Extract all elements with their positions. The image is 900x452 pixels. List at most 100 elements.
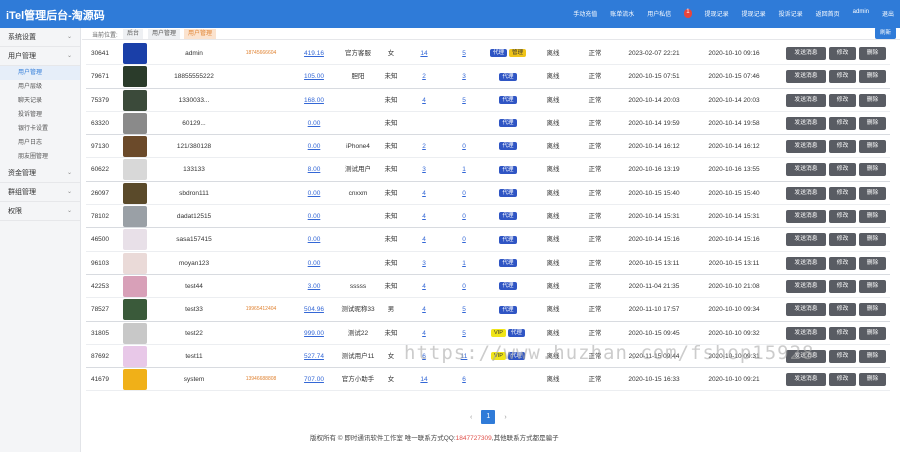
delete-button[interactable]: 删除 [859, 140, 886, 154]
sidebar-item[interactable]: 用户层级 [0, 80, 80, 94]
send-message-button[interactable]: 发送消息 [786, 140, 826, 154]
cell-friends[interactable]: 14 [414, 368, 434, 391]
cell-groups[interactable]: 5 [454, 298, 474, 321]
cell-balance[interactable]: 527.74 [296, 345, 332, 368]
send-message-button[interactable]: 发送消息 [786, 279, 826, 293]
sidebar-item[interactable]: 银行卡设置 [0, 122, 80, 136]
current-page[interactable]: 1 [481, 410, 496, 424]
edit-button[interactable]: 修改 [829, 70, 856, 84]
top-nav-item[interactable]: admin [853, 9, 869, 18]
cell-balance[interactable]: 8.00 [296, 158, 332, 181]
send-message-button[interactable]: 发送消息 [786, 233, 826, 247]
cell-groups[interactable]: 1 [454, 158, 474, 181]
cell-friends[interactable]: 4 [414, 205, 434, 228]
sidebar-item[interactable]: 聊天记录 [0, 94, 80, 108]
delete-button[interactable]: 删除 [859, 47, 886, 60]
cell-balance[interactable]: 0.00 [296, 135, 332, 158]
cell-balance[interactable]: 0.00 [296, 182, 332, 205]
delete-button[interactable]: 删除 [859, 256, 886, 270]
sidebar-item[interactable]: 用户管理 [0, 66, 80, 80]
send-message-button[interactable]: 发送消息 [786, 349, 826, 363]
edit-button[interactable]: 修改 [829, 116, 856, 130]
cell-groups[interactable]: 0 [454, 135, 474, 158]
cell-friends[interactable]: 4 [414, 298, 434, 321]
cell-groups[interactable]: 6 [454, 368, 474, 391]
cell-balance[interactable]: 504.96 [296, 298, 332, 321]
delete-button[interactable]: 删除 [859, 70, 886, 84]
delete-button[interactable]: 删除 [859, 373, 886, 387]
edit-button[interactable]: 修改 [829, 163, 856, 177]
cell-groups[interactable]: 11 [454, 345, 474, 368]
edit-button[interactable]: 修改 [829, 93, 856, 107]
cell-groups[interactable]: 0 [454, 228, 474, 251]
sidebar-group[interactable]: 用户管理 ⌄ [0, 47, 80, 66]
cell-groups[interactable]: 0 [454, 275, 474, 298]
delete-button[interactable]: 删除 [859, 279, 886, 293]
top-nav-item[interactable]: 账单流水 [610, 9, 634, 18]
sidebar-item[interactable]: 朋友圈管理 [0, 150, 80, 164]
cell-balance[interactable]: 0.00 [296, 228, 332, 251]
top-nav-item[interactable]: 用户私信 [647, 9, 671, 18]
delete-button[interactable]: 删除 [859, 349, 886, 363]
cell-friends[interactable]: 4 [414, 275, 434, 298]
sidebar-item[interactable]: 投诉管理 [0, 108, 80, 122]
delete-button[interactable]: 删除 [859, 326, 886, 340]
cell-balance[interactable]: 999.00 [296, 322, 332, 345]
cell-balance[interactable]: 0.00 [296, 112, 332, 135]
cell-groups[interactable]: 5 [454, 42, 474, 65]
send-message-button[interactable]: 发送消息 [786, 186, 826, 200]
cell-friends[interactable]: 2 [414, 65, 434, 88]
sidebar-group[interactable]: 系统设置 ⌄ [0, 28, 80, 47]
delete-button[interactable]: 删除 [859, 210, 886, 224]
cell-balance[interactable]: 419.16 [296, 42, 332, 65]
edit-button[interactable]: 修改 [829, 210, 856, 224]
cell-friends[interactable]: 4 [414, 182, 434, 205]
edit-button[interactable]: 修改 [829, 279, 856, 293]
sidebar-group[interactable]: 权限 ⌄ [0, 202, 80, 221]
send-message-button[interactable]: 发送消息 [786, 163, 826, 177]
send-message-button[interactable]: 发送消息 [786, 93, 826, 107]
cell-groups[interactable] [454, 112, 474, 135]
cell-friends[interactable]: 3 [414, 158, 434, 181]
edit-button[interactable]: 修改 [829, 233, 856, 247]
delete-button[interactable]: 删除 [859, 303, 886, 317]
cell-balance[interactable]: 0.00 [296, 252, 332, 275]
edit-button[interactable]: 修改 [829, 140, 856, 154]
cell-friends[interactable]: 3 [414, 252, 434, 275]
cell-groups[interactable]: 5 [454, 89, 474, 112]
breadcrumb-item-home[interactable]: 后台 [123, 29, 144, 39]
cell-friends[interactable] [414, 112, 434, 135]
top-nav-item[interactable]: 提现记录 [742, 9, 766, 18]
breadcrumb-item-users[interactable]: 用户管理 [148, 29, 181, 39]
cell-friends[interactable]: 2 [414, 135, 434, 158]
cell-balance[interactable]: 105.00 [296, 65, 332, 88]
edit-button[interactable]: 修改 [829, 256, 856, 270]
cell-friends[interactable]: 4 [414, 89, 434, 112]
sidebar-group[interactable]: 资金管理 ⌄ [0, 164, 80, 183]
delete-button[interactable]: 删除 [859, 233, 886, 247]
cell-balance[interactable]: 3.00 [296, 275, 332, 298]
delete-button[interactable]: 删除 [859, 186, 886, 200]
top-nav-item[interactable]: 退出 [882, 9, 894, 18]
top-nav-item[interactable]: 返回首页 [816, 9, 840, 18]
cell-friends[interactable]: 4 [414, 228, 434, 251]
cell-balance[interactable]: 168.00 [296, 89, 332, 112]
cell-groups[interactable]: 5 [454, 322, 474, 345]
edit-button[interactable]: 修改 [829, 303, 856, 317]
refresh-button[interactable]: 刷新 [875, 27, 896, 39]
edit-button[interactable]: 修改 [829, 373, 856, 387]
send-message-button[interactable]: 发送消息 [786, 373, 826, 387]
cell-groups[interactable]: 0 [454, 205, 474, 228]
delete-button[interactable]: 删除 [859, 93, 886, 107]
edit-button[interactable]: 修改 [829, 349, 856, 363]
sidebar-group[interactable]: 群组管理 ⌄ [0, 183, 80, 202]
send-message-button[interactable]: 发送消息 [786, 303, 826, 317]
cell-groups[interactable]: 1 [454, 252, 474, 275]
cell-friends[interactable]: 4 [414, 322, 434, 345]
breadcrumb-item-current[interactable]: 用户管理 [184, 29, 217, 39]
top-nav-item[interactable]: 投诉记录 [779, 9, 803, 18]
send-message-button[interactable]: 发送消息 [786, 116, 826, 130]
send-message-button[interactable]: 发送消息 [786, 210, 826, 224]
edit-button[interactable]: 修改 [829, 326, 856, 340]
cell-balance[interactable]: 707.00 [296, 368, 332, 391]
